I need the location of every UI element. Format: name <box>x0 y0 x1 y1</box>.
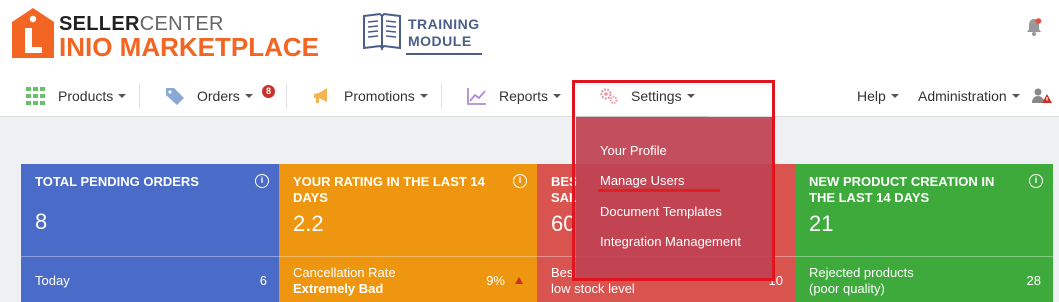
caret-down-icon <box>553 94 562 98</box>
nav-separator <box>286 83 287 109</box>
info-icon[interactable]: i <box>255 174 269 188</box>
card-footer-label-2: (poor quality) <box>809 281 885 296</box>
nav-help-label: Help <box>857 88 886 104</box>
linio-logo[interactable]: SELLERCENTER INIO MARKETPLACE <box>8 6 319 62</box>
card-footer-label: Today <box>35 273 70 288</box>
training-module-logo[interactable]: TRAINING MODULE <box>360 10 490 56</box>
orders-count-badge: 8 <box>262 85 275 98</box>
card-title: NEW PRODUCT CREATION IN THE LAST 14 DAYS <box>809 174 995 205</box>
caret-down-icon <box>1011 94 1020 98</box>
nav-separator <box>441 83 442 109</box>
info-icon[interactable]: i <box>513 174 527 188</box>
megaphone-icon <box>312 86 332 106</box>
nav-promotions-label: Promotions <box>344 88 415 104</box>
nav-promotions[interactable]: Promotions <box>312 75 428 117</box>
bell-icon[interactable] <box>1026 18 1042 36</box>
caret-down-icon <box>419 94 428 98</box>
grid-icon <box>26 86 46 106</box>
card-footer: Rejected products (poor quality) 28 <box>795 256 1053 302</box>
nav-products[interactable]: Products <box>26 75 127 117</box>
nav-reports-label: Reports <box>499 88 549 104</box>
nav-administration[interactable]: Administration <box>918 75 1020 117</box>
nav-separator <box>139 83 140 109</box>
card-footer: Cancellation Rate Extremely Bad 9% <box>279 256 537 302</box>
card-footer-value: 6 <box>259 273 267 288</box>
nav-orders[interactable]: Orders <box>165 75 253 117</box>
card-value: 21 <box>809 211 834 236</box>
card-footer-label: Bes <box>551 265 574 280</box>
training-module-text: TRAINING MODULE <box>408 16 480 49</box>
nav-administration-label: Administration <box>918 88 1007 104</box>
card-footer-label: Cancellation Rate <box>293 265 396 280</box>
caret-down-icon <box>890 94 899 98</box>
caret-down-icon <box>244 94 253 98</box>
card-footer-label-2: low stock level <box>551 281 635 296</box>
training-underline <box>406 53 482 55</box>
card-value: 2.2 <box>293 211 324 236</box>
card-footer-label: Rejected products <box>809 265 914 280</box>
user-warning-icon[interactable] <box>1032 88 1052 104</box>
header: SELLERCENTER INIO MARKETPLACE TRAINING M… <box>0 0 1059 75</box>
logo-tag-icon <box>12 8 54 58</box>
logo-seller-center: SELLERCENTER <box>59 13 224 35</box>
line-chart-icon <box>467 86 487 106</box>
logo-marketplace: INIO MARKETPLACE <box>59 32 319 62</box>
annotation-highlight-box <box>572 80 775 281</box>
triangle-up-icon <box>515 277 523 284</box>
card-value: 8 <box>35 209 48 234</box>
main-nav: Products Orders 8 Promotions Reports Set <box>0 75 1059 118</box>
card-total-pending-orders[interactable]: TOTAL PENDING ORDERS i 8 Today 6 <box>21 164 279 302</box>
card-title: TOTAL PENDING ORDERS <box>35 174 199 189</box>
card-rating[interactable]: YOUR RATING IN THE LAST 14 DAYS i 2.2 Ca… <box>279 164 537 302</box>
open-book-icon <box>363 12 401 51</box>
card-title: YOUR RATING IN THE LAST 14 DAYS <box>293 174 485 205</box>
card-new-product-creation[interactable]: NEW PRODUCT CREATION IN THE LAST 14 DAYS… <box>795 164 1053 302</box>
card-footer: Today 6 <box>21 256 279 302</box>
info-icon[interactable]: i <box>1029 174 1043 188</box>
card-footer-value: 28 <box>1026 273 1041 288</box>
nav-help[interactable]: Help <box>857 75 899 117</box>
nav-orders-label: Orders <box>197 88 240 104</box>
card-footer-label-2: Extremely Bad <box>293 281 384 296</box>
tag-icon <box>165 86 185 106</box>
nav-reports[interactable]: Reports <box>467 75 562 117</box>
card-footer-value: 9% <box>486 273 505 288</box>
caret-down-icon <box>118 94 127 98</box>
nav-products-label: Products <box>58 88 114 104</box>
